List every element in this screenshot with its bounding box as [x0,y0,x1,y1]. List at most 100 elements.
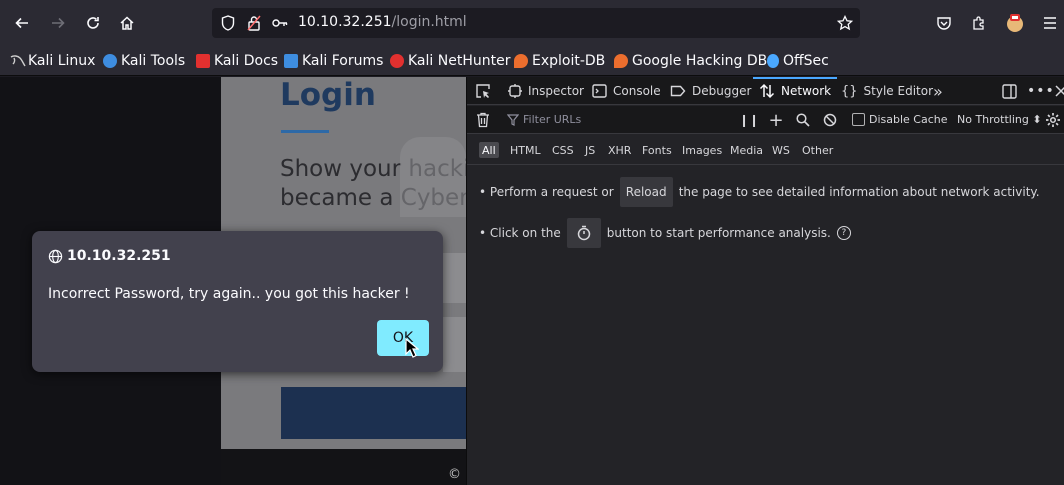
kali-tools-icon [103,54,117,68]
reload-icon [87,17,99,29]
bookmark-exploit-db[interactable]: Exploit-DB [514,51,605,71]
reload-page-button[interactable]: Reload [619,177,673,207]
throttling-select[interactable]: No Throttling ⬍ [957,113,1042,126]
type-filter-css[interactable]: CSS [549,142,577,158]
debugger-icon [670,85,686,97]
type-filter-all[interactable]: All [479,142,499,158]
tab-network[interactable]: Network [752,77,838,105]
hint-text: the page to see detailed information abo… [678,185,1040,199]
gear-icon [1046,113,1060,127]
profile-button[interactable] [1003,11,1027,35]
login-submit-button[interactable] [281,387,466,439]
url-bar[interactable]: 10.10.32.251/login.html [212,8,860,38]
network-icon [759,83,775,99]
kali-nethunter-icon [390,54,404,68]
back-button[interactable] [10,11,34,35]
request-type-filter-bar: All HTML CSS JS XHR Fonts Images Media W… [467,135,1064,165]
extensions-button[interactable] [967,11,991,35]
type-filter-other[interactable]: Other [799,142,836,158]
pocket-button[interactable] [932,11,956,35]
hint-text: • Perform a request or [479,185,614,199]
bookmark-google-hacking-db[interactable]: Google Hacking DB [614,51,767,71]
bookmark-kali-linux[interactable]: Kali Linux [10,51,95,71]
style-editor-icon: {} [841,83,858,99]
bookmark-kali-forums[interactable]: Kali Forums [284,51,383,71]
close-devtools-button[interactable] [1055,77,1064,105]
block-icon [823,113,837,127]
close-icon [1055,85,1064,97]
key-icon[interactable] [272,15,288,31]
help-icon[interactable]: ? [836,226,851,240]
bookmark-label: Google Hacking DB [632,53,768,69]
inspector-icon [508,84,522,98]
title-underline [281,130,329,133]
puzzle-icon [973,16,984,30]
type-filter-html[interactable]: HTML [507,142,544,158]
pause-icon: ❙❙ [738,113,760,127]
bookmark-kali-nethunter[interactable]: Kali NetHunter [390,51,510,71]
mouse-cursor-icon [405,338,419,358]
plus-icon: + [768,109,784,131]
alert-dialog: 10.10.32.251 Incorrect Password, try aga… [32,231,443,372]
devtools-tab-bar: Inspector Console Debugger Network {} St… [467,77,1064,105]
bookmark-label: Kali Linux [28,53,96,69]
type-filter-xhr[interactable]: XHR [605,142,634,158]
bookmark-offsec[interactable]: OffSec [767,51,829,71]
disable-cache-checkbox[interactable] [852,113,865,126]
new-request-button[interactable]: + [768,109,784,131]
exploit-db-icon [514,54,528,68]
dialog-title: 10.10.32.251 [48,248,171,264]
home-icon [120,16,134,30]
url-host: 10.10.32.251 [298,14,392,30]
bookmark-label: OffSec [783,53,829,69]
dialog-origin: 10.10.32.251 [67,248,171,264]
tab-console[interactable]: Console [592,77,661,105]
network-filter-bar: Filter URLs ❙❙ + Disable Cache No Thrott… [467,106,1064,134]
console-icon [592,84,607,98]
reload-button[interactable] [81,11,105,35]
tab-label: Style Editor [863,84,934,98]
dock-side-button[interactable] [1002,77,1017,105]
pause-button[interactable]: ❙❙ [738,112,760,128]
ok-button[interactable]: OK [377,320,429,356]
clear-requests-button[interactable] [475,112,491,128]
ellipsis-icon: ••• [1027,83,1055,99]
more-tabs-button[interactable]: » [933,77,943,105]
type-filter-images[interactable]: Images [679,142,725,158]
performance-hint: • Click on the button to start performan… [479,218,851,248]
tab-label: Debugger [692,84,752,98]
type-filter-media[interactable]: Media [727,142,766,158]
menu-button[interactable] [1038,11,1062,35]
insecure-lock-icon[interactable] [246,15,262,31]
browser-toolbar: 10.10.32.251/login.html [0,0,1064,46]
performance-analysis-button[interactable] [566,218,601,248]
kali-dragon-icon [10,54,26,68]
search-button[interactable] [795,112,811,128]
forward-button[interactable] [46,11,70,35]
tab-inspector[interactable]: Inspector [508,77,584,105]
bookmark-kali-docs[interactable]: Kali Docs [196,51,278,71]
filter-urls-input[interactable]: Filter URLs [523,113,581,126]
bookmark-kali-tools[interactable]: Kali Tools [103,51,185,71]
network-settings-button[interactable] [1045,112,1061,128]
kali-forums-icon [284,54,298,68]
username-field[interactable] [443,253,466,303]
tab-style-editor[interactable]: {} Style Editor [841,77,933,105]
type-filter-ws[interactable]: WS [769,142,793,158]
tab-label: Console [613,84,661,98]
hint-text: button to start performance analysis. [606,226,831,240]
home-button[interactable] [115,11,139,35]
page-title: Login [280,77,376,113]
bookmark-star-icon[interactable] [837,15,853,31]
type-filter-js[interactable]: JS [582,142,598,158]
element-picker-button[interactable] [475,77,491,105]
devtools-options-button[interactable]: ••• [1027,77,1055,105]
type-filter-fonts[interactable]: Fonts [639,142,675,158]
tracking-protection-shield-icon[interactable] [220,15,236,31]
bookmark-label: Kali Tools [121,53,186,69]
url-text[interactable]: 10.10.32.251/login.html [298,14,467,30]
bookmark-label: Exploit-DB [532,53,606,69]
block-requests-button[interactable] [822,112,838,128]
password-field[interactable] [443,317,466,372]
tab-debugger[interactable]: Debugger [670,77,751,105]
